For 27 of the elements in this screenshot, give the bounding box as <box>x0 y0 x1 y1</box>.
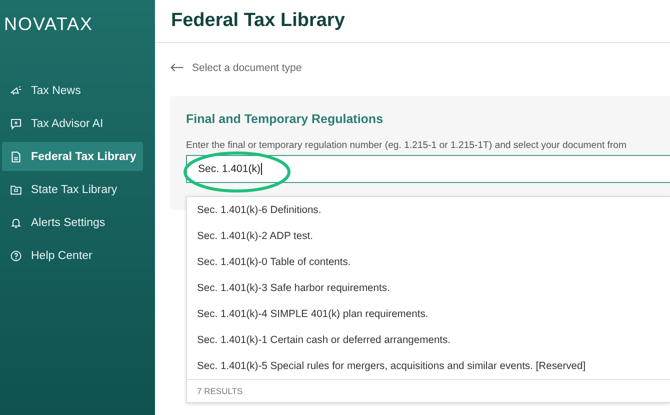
document-icon <box>10 150 22 162</box>
section-title: Final and Temporary Regulations <box>186 112 384 126</box>
result-option[interactable]: Sec. 1.401(k)-1 Certain cash or deferred arrangements. <box>187 327 670 353</box>
nav-item[interactable]: Help Center <box>2 241 143 270</box>
page-title: Federal Tax Library <box>171 10 345 32</box>
back-arrow-icon <box>170 63 184 72</box>
result-option[interactable]: Sec. 1.401(k)-4 SIMPLE 401(k) plan requirements. <box>187 301 670 327</box>
result-option[interactable]: Sec. 1.401(k)-0 Table of contents. <box>187 249 670 275</box>
help-icon <box>10 250 22 262</box>
result-option[interactable]: Sec. 1.401(k)-3 Safe harbor requirements. <box>187 275 670 301</box>
logo: NOVATAX <box>3 13 94 36</box>
folder-icon <box>10 184 22 196</box>
bell-icon <box>10 216 22 228</box>
result-option[interactable]: Sec. 1.401(k)-6 Definitions. <box>187 197 670 223</box>
search-field[interactable]: Sec. 1.401(k) <box>186 155 670 183</box>
nav-item[interactable]: Tax Advisor AI <box>2 109 143 138</box>
nav-item[interactable]: Federal Tax Library <box>2 142 143 171</box>
nav-item[interactable]: Alerts Settings <box>2 208 143 237</box>
chat-icon <box>10 118 22 130</box>
hint-text: Enter the final or temporary regulation number (eg. 1.215-1 or 1.215-1T) and select your document from <box>186 140 628 151</box>
megaphone-icon <box>10 84 22 96</box>
result-count: 7 RESULTS <box>187 379 670 402</box>
nav-item[interactable]: Tax News <box>2 76 143 105</box>
result-option[interactable]: Sec. 1.401(k)-2 ADP test. <box>187 223 670 249</box>
back-link[interactable]: Select a document type <box>170 62 302 74</box>
nav-item[interactable]: State Tax Library <box>2 175 143 204</box>
result-option[interactable]: Sec. 1.401(k)-5 Special rules for mergers, acquisitions and similar events. [Reserved] <box>187 353 670 379</box>
